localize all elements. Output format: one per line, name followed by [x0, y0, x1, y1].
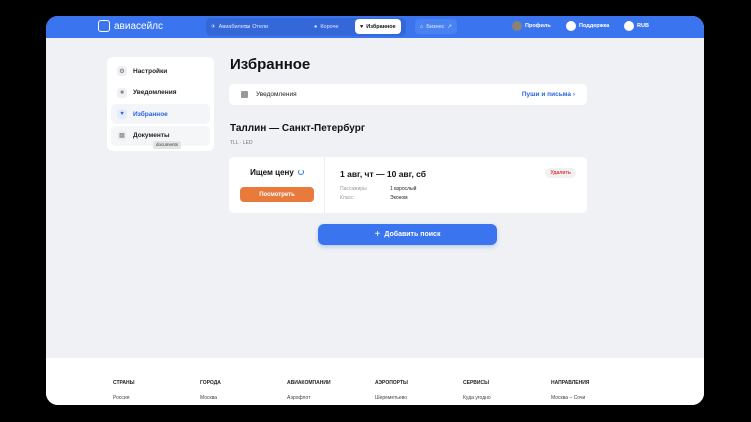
footer-heading: ГОРОДА — [200, 380, 221, 386]
notification-icon — [241, 91, 248, 98]
passengers-label: Пассажиры — [340, 186, 367, 192]
footer-link[interactable]: Москва – Сочи — [551, 395, 589, 401]
footer-column: СТРАНЫ Россия — [113, 380, 135, 401]
app-window: авиасейлс ✈ Авиабилеты ▭ Отели ● Короче ♥ Из… — [46, 16, 704, 405]
footer-link[interactable]: Куда угодно — [463, 395, 491, 401]
currency-button[interactable]: RUB — [624, 21, 649, 31]
route-codes: TLL · LED — [230, 140, 253, 146]
spinner-icon — [297, 169, 304, 175]
plane-icon: ✈ — [211, 23, 216, 30]
tab-label: Бизнес — [426, 23, 445, 30]
avatar — [512, 21, 522, 31]
price-status: Ищем цену — [229, 168, 325, 177]
footer-heading: СТРАНЫ — [113, 380, 135, 386]
help-icon — [566, 21, 576, 31]
footer-link[interactable]: Шереметьево — [375, 395, 408, 401]
gear-icon: ⚙ — [117, 66, 127, 76]
logo[interactable]: авиасейлс — [98, 20, 163, 32]
plus-icon: + — [374, 229, 381, 240]
tab-short[interactable]: ● Короче — [309, 19, 344, 34]
footer-link[interactable]: Москва — [200, 395, 221, 401]
profile-button[interactable]: Профиль — [512, 21, 551, 31]
route-title: Таллин — Санкт-Петербург — [230, 123, 365, 134]
footer-link[interactable]: Аэрофлот — [287, 395, 331, 401]
footer-link[interactable]: Россия — [113, 395, 135, 401]
header: авиасейлс ✈ Авиабилеты ▭ Отели ● Короче ♥ Из… — [46, 16, 704, 38]
sidebar-item-documents[interactable]: ▤ Документы documents — [111, 125, 210, 149]
tab-label: Короче — [320, 23, 339, 30]
sidebar-item-favorites[interactable]: ♥ Избранное — [111, 104, 210, 124]
globe-icon — [624, 21, 634, 31]
price-section — [229, 157, 325, 213]
support-label: Поддержка — [579, 23, 610, 29]
status-text: Ищем цену — [250, 168, 294, 177]
footer-column: АЭРОПОРТЫ Шереметьево — [375, 380, 408, 401]
sidebar-item-label: Уведомления — [133, 89, 177, 96]
tab-favorites[interactable]: ♥ Избранное — [355, 19, 401, 34]
tab-label: Избранное — [366, 23, 396, 30]
notifications-label: Уведомления — [256, 91, 297, 98]
sidebar-item-label: Избранное — [133, 110, 168, 118]
class-row: Класс Эконом — [340, 195, 408, 201]
document-icon: ▤ — [117, 130, 127, 141]
tab-label: Отели — [252, 23, 269, 30]
tab-hotels[interactable]: ▭ Отели — [239, 19, 273, 34]
push-and-email-link[interactable]: Пуши и письма › — [522, 91, 575, 98]
footer-column: НАПРАВЛЕНИЯ Москва – Сочи — [551, 380, 589, 401]
footer: СТРАНЫ Россия ГОРОДА Москва АВИАКОМПАНИИ Аэ… — [46, 358, 704, 405]
logo-text: авиасейлс — [114, 20, 164, 32]
notification-icon: ■ — [117, 87, 127, 98]
delete-button[interactable]: Удалить — [545, 168, 576, 178]
sidebar-item-label: Документы — [133, 132, 170, 139]
external-icon: ↗ — [447, 23, 452, 30]
add-search-button[interactable]: + Добавить поиск — [318, 224, 497, 245]
heart-icon: ♥ — [117, 109, 127, 119]
class-label: Класс — [340, 195, 354, 201]
footer-column: СЕРВИСЫ Куда угодно — [463, 380, 491, 401]
bed-icon: ▭ — [244, 23, 250, 30]
add-search-label: Добавить поиск — [384, 231, 441, 238]
logo-icon — [98, 20, 110, 32]
sidebar-item-notifications[interactable]: ■ Уведомления — [111, 83, 210, 103]
heart-icon: ♥ — [360, 23, 364, 30]
pin-icon: ● — [314, 23, 318, 30]
footer-column: ГОРОДА Москва — [200, 380, 221, 401]
footer-heading: АВИАКОМПАНИИ — [287, 380, 331, 386]
footer-heading: АЭРОПОРТЫ — [375, 380, 408, 386]
profile-label: Профиль — [525, 23, 551, 29]
tab-business[interactable]: ⌂ Бизнес ↗ — [415, 19, 457, 34]
footer-heading: СЕРВИСЫ — [463, 380, 489, 386]
briefcase-icon: ⌂ — [420, 23, 424, 30]
sidebar: ⚙ Настройки ■ Уведомления ♥ Избранное ▤ Доку… — [107, 57, 214, 151]
page-title: Избранное — [230, 56, 311, 73]
tooltip: documents — [153, 140, 182, 149]
class-value: Эконом — [390, 195, 408, 201]
search-card: Ищем цену Посмотреть 1 авг, чт — 10 авг,… — [229, 157, 587, 213]
footer-column: АВИАКОМПАНИИ Аэрофлот — [287, 380, 331, 401]
sidebar-item-label: Настройки — [133, 67, 168, 75]
trip-dates: 1 авг, чт — 10 авг, сб — [340, 169, 427, 179]
view-button[interactable]: Посмотреть — [240, 187, 314, 202]
support-button[interactable]: Поддержка — [566, 21, 609, 31]
footer-heading: НАПРАВЛЕНИЯ — [551, 380, 590, 386]
sidebar-item-settings[interactable]: ⚙ Настройки — [111, 61, 210, 81]
currency-label: RUB — [637, 23, 649, 29]
notifications-bar: Уведомления Пуши и письма › — [229, 84, 587, 105]
passengers-row: Пассажиры 1 взрослый — [340, 186, 416, 192]
passengers-value: 1 взрослый — [390, 186, 417, 192]
